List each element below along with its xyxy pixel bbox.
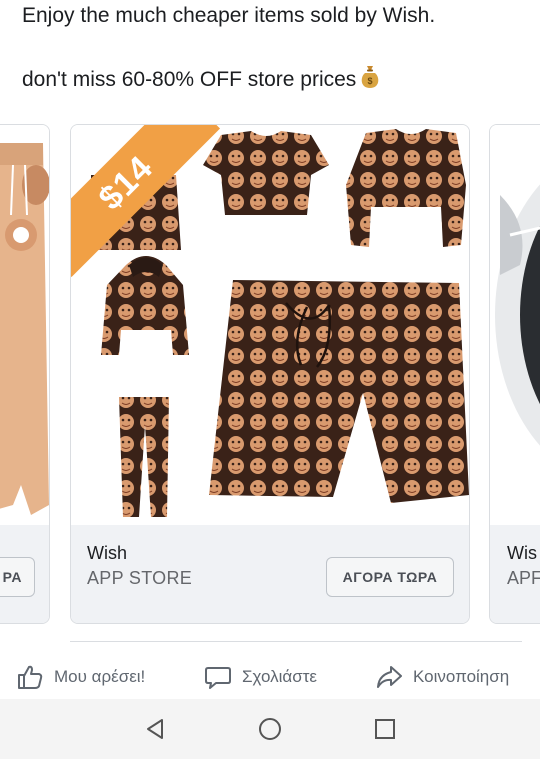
post-text-line-2: don't miss 60-80% OFF store prices $ [22,64,382,92]
comment-button[interactable]: Σχολιάστε [204,660,317,694]
advertiser-name[interactable]: Wish [87,543,127,564]
share-button[interactable]: Κοινοποίηση [375,660,509,694]
post-text-line-1: Enjoy the much cheaper items sold by Wis… [22,4,436,27]
home-icon[interactable] [255,714,285,744]
money-bag-icon: $ [358,64,382,90]
shop-now-button[interactable]: ΑΓΟΡΑ ΤΩΡΑ [326,557,454,597]
advertiser-name-next[interactable]: Wis [507,543,537,564]
advertiser-subtitle-next: APF [507,568,540,588]
back-icon[interactable] [140,714,170,744]
carousel-card-main[interactable]: $14 Wish APP STORE ΑΓΟΡΑ ΤΩΡΑ [70,124,470,624]
carousel-card-previous[interactable]: ΡΑ [0,124,50,624]
svg-text:$: $ [368,76,373,86]
post-actions: Μου αρέσει! Σχολιάστε Κοινοποίηση [0,660,540,694]
recent-apps-icon[interactable] [370,714,400,744]
product-image-collage[interactable]: $14 [71,125,469,525]
carousel-card-next[interactable]: Wis APF [489,124,540,624]
shop-now-button-previous[interactable]: ΡΑ [0,557,35,597]
product-image-next[interactable] [490,125,540,525]
like-icon [18,665,43,689]
ad-carousel[interactable]: ΡΑ $14 Wish APP STORE ΑΓΟΡΑ ΤΩΡΑ Wis APF [0,124,540,624]
like-label: Μου αρέσει! [54,667,146,686]
advertiser-subtitle: APP STORE [87,568,193,588]
divider [70,641,522,642]
product-image-pants[interactable] [0,125,49,525]
like-button[interactable]: Μου αρέσει! [16,660,145,694]
post-text-line-2-label: don't miss 60-80% OFF store prices [22,68,357,91]
comment-icon [205,667,231,689]
system-navigation-bar [0,699,540,759]
comment-label: Σχολιάστε [242,667,317,686]
share-icon [377,666,402,688]
share-label: Κοινοποίηση [413,667,510,686]
